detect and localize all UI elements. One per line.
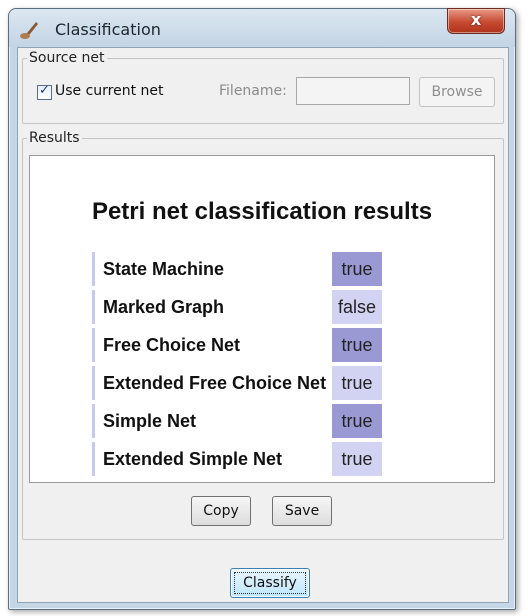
class-value-cell: true bbox=[332, 442, 383, 476]
class-name-cell: Extended Free Choice Net bbox=[92, 366, 332, 400]
classification-window: Classification x Source net ✓ Use curren… bbox=[8, 8, 516, 610]
class-value-cell: true bbox=[332, 328, 383, 362]
use-current-net-label[interactable]: Use current net bbox=[55, 83, 164, 99]
filename-label: Filename: bbox=[219, 83, 287, 99]
class-value-cell: true bbox=[332, 404, 383, 438]
close-icon: x bbox=[470, 10, 482, 29]
class-name-cell: Extended Simple Net bbox=[92, 442, 332, 476]
results-group: Results Petri net classification results… bbox=[22, 130, 504, 540]
source-net-group: Source net ✓ Use current net Filename: B… bbox=[22, 50, 504, 124]
table-row: Marked Graph false bbox=[92, 290, 383, 324]
class-name-cell: Marked Graph bbox=[92, 290, 332, 324]
copy-button[interactable]: Copy bbox=[191, 496, 251, 526]
app-icon bbox=[20, 22, 38, 39]
table-row: Extended Free Choice Net true bbox=[92, 366, 383, 400]
close-button[interactable]: x bbox=[447, 8, 505, 34]
table-row: Free Choice Net true bbox=[92, 328, 383, 362]
results-panel[interactable]: Petri net classification results State M… bbox=[29, 155, 495, 483]
class-value-cell: true bbox=[332, 366, 383, 400]
table-row: Simple Net true bbox=[92, 404, 383, 438]
window-title: Classification bbox=[55, 20, 161, 39]
class-value-cell: false bbox=[332, 290, 383, 324]
browse-button[interactable]: Browse bbox=[419, 77, 495, 107]
results-legend: Results bbox=[27, 130, 82, 146]
dialog-body: Source net ✓ Use current net Filename: B… bbox=[17, 47, 509, 603]
table-row: Extended Simple Net true bbox=[92, 442, 383, 476]
results-table: State Machine true Marked Graph false Free C… bbox=[92, 248, 383, 480]
title-bar[interactable]: Classification x bbox=[9, 8, 515, 47]
source-net-legend: Source net bbox=[27, 50, 107, 66]
use-current-net-checkbox[interactable]: ✓ bbox=[37, 83, 52, 100]
class-value-cell: true bbox=[332, 252, 383, 286]
class-name-cell: Free Choice Net bbox=[92, 328, 332, 362]
class-name-cell: Simple Net bbox=[92, 404, 332, 438]
results-heading: Petri net classification results bbox=[91, 198, 433, 225]
save-button[interactable]: Save bbox=[272, 496, 332, 526]
filename-field[interactable] bbox=[296, 77, 410, 105]
checkmark-icon: ✓ bbox=[39, 83, 50, 98]
focus-rect bbox=[234, 572, 306, 594]
table-row: State Machine true bbox=[92, 252, 383, 286]
classify-button[interactable]: Classify bbox=[230, 568, 310, 598]
class-name-cell: State Machine bbox=[92, 252, 332, 286]
